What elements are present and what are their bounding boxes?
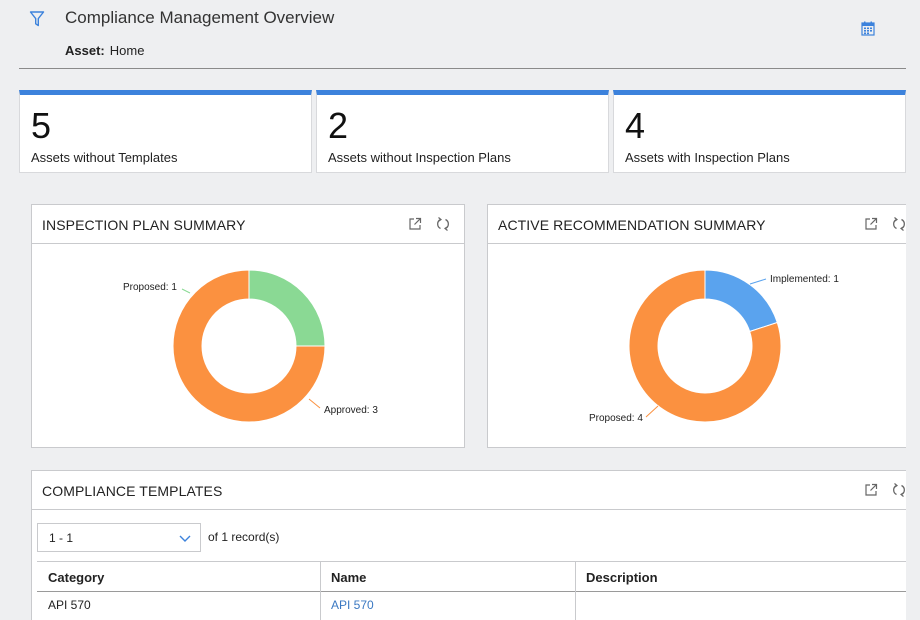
column-separator bbox=[575, 561, 576, 620]
kpi-card-assets-without-inspection-plans[interactable]: 2 Assets without Inspection Plans bbox=[316, 90, 609, 173]
chevron-down-icon bbox=[179, 535, 191, 542]
column-header-description[interactable]: Description bbox=[586, 570, 658, 585]
kpi-value: 4 bbox=[625, 105, 646, 146]
refresh-icon[interactable] bbox=[435, 216, 451, 232]
refresh-icon[interactable] bbox=[891, 216, 907, 232]
open-external-icon[interactable] bbox=[407, 216, 423, 232]
kpi-card-assets-without-templates[interactable]: 5 Assets without Templates bbox=[19, 90, 312, 173]
inspection-plan-summary-panel: INSPECTION PLAN SUMMARY Proposed: 1 Appr… bbox=[31, 204, 465, 448]
panel-title: COMPLIANCE TEMPLATES bbox=[42, 483, 223, 499]
page-header: Compliance Management Overview Asset: Hom… bbox=[0, 0, 920, 70]
inspection-plan-donut-chart: Proposed: 1 Approved: 3 bbox=[123, 269, 378, 423]
page-range-select[interactable]: 1 - 1 bbox=[37, 523, 201, 552]
leader-line-proposed bbox=[181, 288, 191, 294]
header-divider bbox=[19, 68, 906, 69]
donut-slice-proposed[interactable] bbox=[248, 269, 326, 347]
asset-label: Asset: bbox=[65, 43, 105, 58]
panel-header: ACTIVE RECOMMENDATION SUMMARY bbox=[488, 205, 906, 244]
page-range-value: 1 - 1 bbox=[49, 531, 74, 545]
record-count-suffix: record(s) bbox=[231, 530, 280, 544]
kpi-card-assets-with-inspection-plans[interactable]: 4 Assets with Inspection Plans bbox=[613, 90, 906, 173]
panel-header: INSPECTION PLAN SUMMARY bbox=[32, 205, 464, 244]
slice-label-proposed: Proposed: 4 bbox=[589, 413, 643, 424]
donut-slice-implemented[interactable] bbox=[704, 269, 778, 333]
leader-line-implemented bbox=[749, 278, 767, 285]
kpi-label: Assets without Inspection Plans bbox=[328, 150, 511, 165]
slice-label-implemented: Implemented: 1 bbox=[770, 274, 839, 285]
filter-icon[interactable] bbox=[29, 10, 45, 28]
column-header-name[interactable]: Name bbox=[331, 570, 366, 585]
asset-value: Home bbox=[109, 43, 145, 58]
column-separator bbox=[320, 561, 321, 620]
kpi-value: 5 bbox=[31, 105, 52, 146]
record-count-of: of bbox=[208, 530, 219, 544]
record-count-text: of 1 record(s) bbox=[208, 530, 279, 544]
calendar-icon[interactable] bbox=[861, 21, 875, 36]
cell-name-link[interactable]: API 570 bbox=[331, 598, 374, 612]
kpi-label: Assets with Inspection Plans bbox=[625, 150, 790, 165]
table-header: Category Name Description bbox=[37, 561, 906, 592]
asset-context: Asset: Home bbox=[65, 43, 144, 58]
kpi-value: 2 bbox=[328, 105, 349, 146]
refresh-icon[interactable] bbox=[891, 482, 907, 498]
open-external-icon[interactable] bbox=[863, 482, 879, 498]
panel-title: ACTIVE RECOMMENDATION SUMMARY bbox=[498, 217, 766, 233]
active-recommendation-summary-panel: ACTIVE RECOMMENDATION SUMMARY Implemente… bbox=[487, 204, 906, 448]
record-count-value: 1 bbox=[221, 530, 229, 544]
panel-title: INSPECTION PLAN SUMMARY bbox=[42, 217, 246, 233]
leader-line-proposed bbox=[645, 405, 659, 418]
kpi-label: Assets without Templates bbox=[31, 150, 178, 165]
cell-category: API 570 bbox=[48, 598, 91, 612]
page-title: Compliance Management Overview bbox=[65, 8, 335, 27]
open-external-icon[interactable] bbox=[863, 216, 879, 232]
column-header-category[interactable]: Category bbox=[48, 570, 104, 585]
panel-header: COMPLIANCE TEMPLATES bbox=[32, 471, 906, 510]
active-recommendation-donut-chart: Implemented: 1 Proposed: 4 bbox=[589, 269, 839, 424]
slice-label-approved: Approved: 3 bbox=[324, 405, 378, 416]
leader-line-approved bbox=[308, 398, 321, 409]
slice-label-proposed: Proposed: 1 bbox=[123, 282, 177, 293]
